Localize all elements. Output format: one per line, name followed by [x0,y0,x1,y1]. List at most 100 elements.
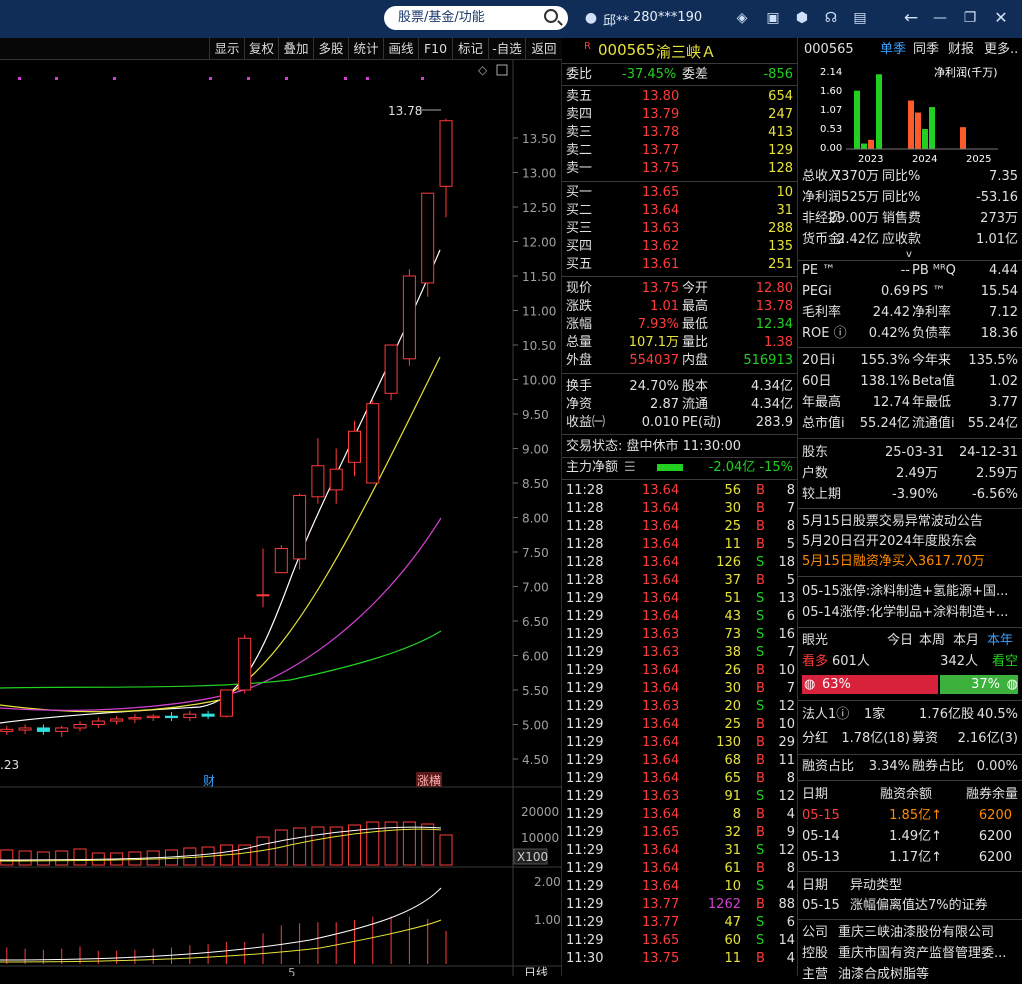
cai-badge[interactable]: 财 [203,774,215,788]
fin-tab-3[interactable]: 更多.. [984,41,1018,59]
file-icon[interactable]: ▣ [764,9,782,27]
bid-label: 买五 [566,257,593,272]
holder-head: 股东 [802,445,829,460]
toolbar-button-3[interactable]: 多股 [313,38,348,59]
tick-time: 11:29 [566,789,604,804]
tick-side: S [756,555,765,570]
tick-vol: 73 [724,627,741,642]
user-name[interactable]: 邱** [603,10,629,29]
toolbar-button-5[interactable]: 画线 [383,38,418,59]
profit-bar [854,90,860,149]
bid-price[interactable]: 13.63 [642,220,679,238]
headset-icon[interactable]: ☊ [822,9,840,27]
tick-price: 13.63 [642,627,680,642]
fin-tab-0[interactable]: 单季 [880,41,906,59]
ask-price[interactable]: 13.79 [642,106,679,124]
menu-icon[interactable]: ☰ [624,459,636,477]
period-label[interactable]: 日线 [524,966,548,976]
tick-price: 13.64 [642,591,680,606]
perf-value: 12.74 [872,395,910,410]
stat-label: 涨幅 [566,317,593,332]
fin-tab-2[interactable]: 财报 [948,41,974,59]
limit-up-item[interactable]: 05-15涨停:涂料制造+氢能源+国... [802,583,1008,601]
toolbar-button-8[interactable]: -自选 [488,38,525,59]
stat-value: 0.010 [641,415,679,430]
message-icon[interactable]: ▤ [851,9,869,27]
weibi-label: 委比 [566,67,593,82]
bid-price[interactable]: 13.65 [642,184,679,202]
tick-time: 11:28 [566,501,604,516]
toolbar-button-6[interactable]: F10 [418,38,452,59]
search-icon[interactable] [544,9,558,23]
toolbar-button-2[interactable]: 叠加 [278,38,313,59]
stat-label: 换手 [566,379,593,394]
info-panel: 000565 单季 同季 财报 更多.. 净利润(千万) 2.14 1.60 1.07 0.53 0… [798,38,1022,982]
price-tick: 13.50 [522,132,556,146]
perf-label: 年最高 [802,395,842,410]
restore-icon[interactable]: ❐ [961,9,979,27]
ask-price[interactable]: 13.75 [642,160,679,178]
tick-vol: 11 [724,537,741,552]
zhangting-badge[interactable]: 涨横 [417,773,441,788]
bid-price[interactable]: 13.64 [642,202,679,220]
minimize-icon[interactable]: — [931,9,949,27]
toolbar-button-4[interactable]: 统计 [348,38,383,59]
price-tick: 6.50 [522,615,549,629]
profit-bar [960,127,966,149]
price-tick: 11.50 [522,270,556,284]
candle [201,713,215,717]
yanguang-tab-1[interactable]: 本周 [919,632,945,650]
ask-price[interactable]: 13.80 [642,88,679,106]
rz-date: 05-15 [802,808,840,823]
news-item[interactable]: 5月15日融资净买入3617.70万 [802,553,985,571]
tick-time: 11:29 [566,591,604,606]
main-flow-label: 主力净额 [566,460,619,475]
back-icon[interactable]: ← [902,9,920,27]
kline-chart[interactable]: ◇ 13.50 13.00 12.50 12.00 11.50 11.00 10.50 10.0… [0,60,562,976]
tick-price: 13.64 [642,555,680,570]
bear-icon[interactable]: ◍ [1007,676,1018,694]
settings-icon[interactable]: ⬢ [793,9,811,27]
divider [798,919,1022,920]
yanguang-title: 眼光 [802,633,829,648]
vol-tick: 10000 [521,831,559,845]
yanguang-tab-3[interactable]: 本年 [987,632,1013,650]
limit-up-item[interactable]: 05-14涨停:化学制品+涂料制造+... [802,604,1008,622]
toolbar-button-7[interactable]: 标记 [452,38,488,59]
diamond-icon[interactable]: ◇ [478,63,488,77]
tick-side: B [756,717,765,732]
candle [165,715,178,719]
toolbar-button-1[interactable]: 复权 [244,38,278,59]
perf-value: 3.77 [989,395,1018,410]
news-item[interactable]: 5月20日召开2024年度股东会 [802,533,977,551]
val-value: 18.36 [980,326,1018,341]
news-item[interactable]: 5月15日股票交易异常波动公告 [802,513,983,531]
tick-side: B [756,537,765,552]
ind-tick: 2.00 [534,875,561,889]
search-box[interactable]: 股票/基金/功能 [384,6,568,30]
toolbar-button-0[interactable]: 显示 [209,38,244,59]
tick-side: S [756,915,765,930]
tick-vol: 30 [724,501,741,516]
fin-tab-1[interactable]: 同季 [913,41,939,59]
search-input[interactable]: 股票/基金/功能 [398,10,485,25]
expand-icon[interactable] [496,64,508,76]
ask-price[interactable]: 13.78 [642,124,679,142]
layers-icon[interactable]: ◈ [733,9,751,27]
yanguang-tab-0[interactable]: 今日 [887,632,913,650]
bid-price[interactable]: 13.61 [642,256,679,274]
ma60-line [0,630,442,689]
tick-vol: 1262 [707,897,741,912]
tick-count: 9 [786,825,795,840]
yanguang-tab-2[interactable]: 本月 [953,632,979,650]
tick-time: 11:29 [566,879,604,894]
toolbar-button-9[interactable]: 返回 [525,38,562,59]
user-avatar-icon[interactable]: ● [582,9,600,27]
perf-label: 60日 [802,374,832,389]
stat-label: 现价 [566,281,593,296]
close-icon[interactable]: ✕ [992,9,1010,27]
ask-price[interactable]: 13.77 [642,142,679,160]
bid-price[interactable]: 13.62 [642,238,679,256]
bull-icon[interactable]: ◍ [804,676,815,694]
y-tick: 1.07 [820,105,842,116]
